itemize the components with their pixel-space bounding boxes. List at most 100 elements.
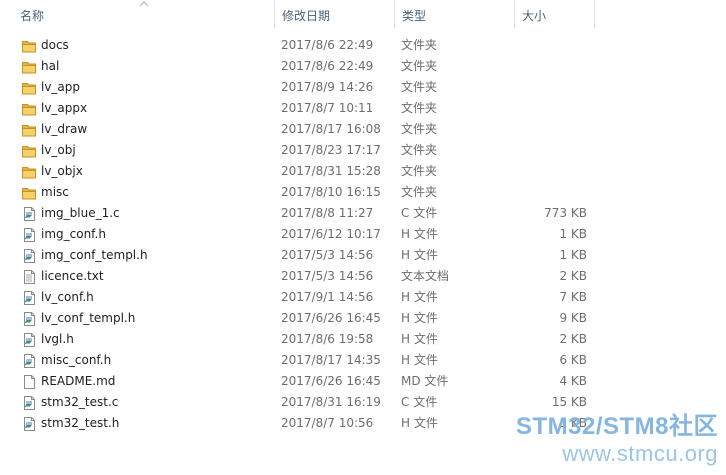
file-type: 文件夹	[401, 164, 438, 178]
file-name: lv_draw	[41, 122, 88, 136]
file-date-modified: 2017/8/6 22:49	[281, 38, 374, 52]
file-name: stm32_test.h	[41, 416, 120, 430]
column-header-date-modified[interactable]: 修改日期	[275, 0, 395, 28]
file-name: lv_objx	[41, 164, 83, 178]
file-size: 4 KB	[559, 374, 587, 388]
file-date-modified: 2017/8/23 17:17	[281, 143, 381, 157]
folder-icon	[21, 101, 37, 117]
file-row[interactable]: img_conf.h 2017/6/12 10:17 H 文件 1 KB	[0, 224, 726, 245]
blank-file-icon	[21, 374, 37, 390]
file-row[interactable]: lvgl.h 2017/8/6 19:58 H 文件 2 KB	[0, 329, 726, 350]
file-name: hal	[41, 59, 60, 73]
code-file-icon	[21, 416, 37, 432]
file-size: 9 KB	[559, 311, 587, 325]
file-size: 15 KB	[551, 395, 587, 409]
folder-icon	[21, 38, 37, 54]
watermark-url: www.stmcu.org	[562, 441, 718, 466]
file-type: 文件夹	[401, 122, 438, 136]
file-type: 文件夹	[401, 185, 438, 199]
file-name: misc_conf.h	[41, 353, 112, 367]
file-date-modified: 2017/6/12 10:17	[281, 227, 381, 241]
file-name: lv_conf_templ.h	[41, 311, 136, 325]
file-date-modified: 2017/8/9 14:26	[281, 80, 374, 94]
code-file-icon	[21, 353, 37, 369]
file-date-modified: 2017/8/6 19:58	[281, 332, 374, 346]
file-type: H 文件	[401, 227, 438, 241]
file-name: lvgl.h	[41, 332, 74, 346]
text-file-icon	[21, 269, 37, 285]
file-name: stm32_test.c	[41, 395, 119, 409]
file-date-modified: 2017/9/1 14:56	[281, 290, 374, 304]
file-row[interactable]: lv_conf_templ.h 2017/6/26 16:45 H 文件 9 KB	[0, 308, 726, 329]
file-name: lv_obj	[41, 143, 76, 157]
code-file-icon	[21, 332, 37, 348]
code-file-icon	[21, 290, 37, 306]
file-row[interactable]: lv_draw 2017/8/17 16:08 文件夹	[0, 119, 726, 140]
file-type: 文件夹	[401, 59, 438, 73]
file-name: lv_appx	[41, 101, 88, 115]
file-date-modified: 2017/5/3 14:56	[281, 269, 374, 283]
file-type: H 文件	[401, 311, 438, 325]
file-type: H 文件	[401, 248, 438, 262]
file-row[interactable]: lv_app 2017/8/9 14:26 文件夹	[0, 77, 726, 98]
file-size: 1 KB	[559, 248, 587, 262]
file-type: H 文件	[401, 332, 438, 346]
folder-icon	[21, 80, 37, 96]
file-size: 773 KB	[544, 206, 587, 220]
file-date-modified: 2017/8/31 15:28	[281, 164, 381, 178]
file-row[interactable]: lv_appx 2017/8/7 10:11 文件夹	[0, 98, 726, 119]
folder-icon	[21, 59, 37, 75]
file-type: H 文件	[401, 353, 438, 367]
file-type: C 文件	[401, 395, 438, 409]
file-row[interactable]: img_blue_1.c 2017/8/8 11:27 C 文件 773 KB	[0, 203, 726, 224]
file-row[interactable]: stm32_test.c 2017/8/31 16:19 C 文件 15 KB	[0, 392, 726, 413]
file-row[interactable]: lv_objx 2017/8/31 15:28 文件夹	[0, 161, 726, 182]
file-type: H 文件	[401, 416, 438, 430]
file-date-modified: 2017/8/6 22:49	[281, 59, 374, 73]
file-type: 文件夹	[401, 38, 438, 52]
file-row[interactable]: img_conf_templ.h 2017/5/3 14:56 H 文件 1 KB	[0, 245, 726, 266]
file-name: licence.txt	[41, 269, 104, 283]
file-row[interactable]: lv_conf.h 2017/9/1 14:56 H 文件 7 KB	[0, 287, 726, 308]
file-row[interactable]: README.md 2017/6/26 16:45 MD 文件 4 KB	[0, 371, 726, 392]
file-date-modified: 2017/6/26 16:45	[281, 311, 381, 325]
column-header-size[interactable]: 大小	[515, 0, 595, 28]
file-type: C 文件	[401, 206, 438, 220]
file-date-modified: 2017/5/3 14:56	[281, 248, 374, 262]
file-row[interactable]: misc_conf.h 2017/8/17 14:35 H 文件 6 KB	[0, 350, 726, 371]
column-header-bar: 名称 修改日期 类型 大小	[0, 0, 726, 28]
file-size: 6 KB	[559, 353, 587, 367]
column-header-type[interactable]: 类型	[395, 0, 515, 28]
file-date-modified: 2017/8/8 11:27	[281, 206, 374, 220]
file-date-modified: 2017/6/26 16:45	[281, 374, 381, 388]
file-size: 7 KB	[559, 290, 587, 304]
code-file-icon	[21, 311, 37, 327]
file-size: 1 KB	[559, 227, 587, 241]
file-name: img_blue_1.c	[41, 206, 120, 220]
file-name: docs	[41, 38, 69, 52]
file-type: H 文件	[401, 290, 438, 304]
file-date-modified: 2017/8/7 10:56	[281, 416, 374, 430]
file-name: lv_app	[41, 80, 81, 94]
file-row[interactable]: misc 2017/8/10 16:15 文件夹	[0, 182, 726, 203]
column-header-name[interactable]: 名称	[13, 0, 275, 28]
file-size: 2 KB	[559, 269, 587, 283]
file-row[interactable]: docs 2017/8/6 22:49 文件夹	[0, 35, 726, 56]
file-list: docs 2017/8/6 22:49 文件夹 hal 2017/8/6 22:49 文件…	[0, 35, 726, 434]
code-file-icon	[21, 395, 37, 411]
file-row[interactable]: licence.txt 2017/5/3 14:56 文本文档 2 KB	[0, 266, 726, 287]
code-file-icon	[21, 206, 37, 222]
file-date-modified: 2017/8/31 16:19	[281, 395, 381, 409]
file-row[interactable]: lv_obj 2017/8/23 17:17 文件夹	[0, 140, 726, 161]
watermark-title: STM32/STM8社区	[515, 413, 718, 440]
file-name: misc	[41, 185, 69, 199]
folder-icon	[21, 185, 37, 201]
file-size: 2 KB	[559, 332, 587, 346]
file-row[interactable]: hal 2017/8/6 22:49 文件夹	[0, 56, 726, 77]
file-date-modified: 2017/8/10 16:15	[281, 185, 381, 199]
folder-icon	[21, 122, 37, 138]
file-date-modified: 2017/8/17 14:35	[281, 353, 381, 367]
file-name: img_conf_templ.h	[41, 248, 148, 262]
folder-icon	[21, 164, 37, 180]
file-type: 文件夹	[401, 143, 438, 157]
